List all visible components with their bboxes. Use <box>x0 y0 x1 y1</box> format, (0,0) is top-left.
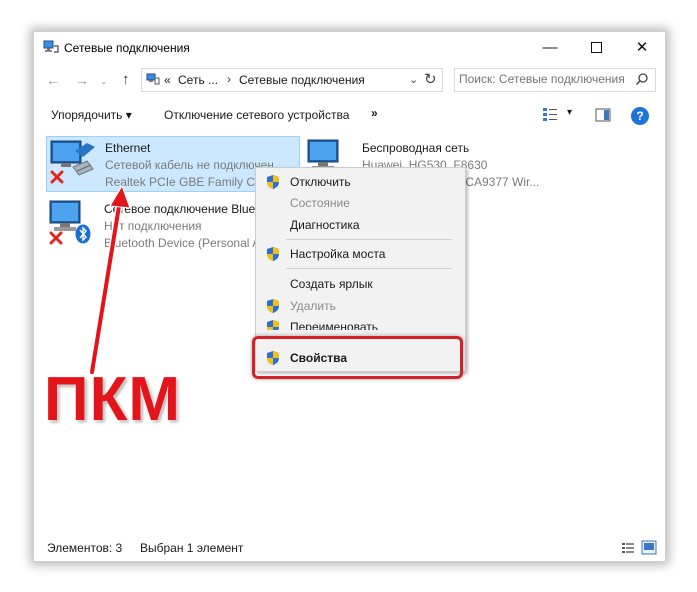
menu-separator <box>286 268 452 269</box>
details-view-icon[interactable] <box>621 541 635 555</box>
menu-item-label: Переименовать <box>290 320 378 330</box>
refresh-button[interactable]: ↻ <box>424 70 440 88</box>
breadcrumb-network-connections[interactable]: Сетевые подключения <box>239 73 365 87</box>
window-title: Сетевые подключения <box>64 41 190 55</box>
breadcrumb-network[interactable]: Сеть ... <box>178 73 218 87</box>
rmb-annotation-label: ПКМ <box>44 365 182 434</box>
help-button[interactable]: ? <box>631 107 649 125</box>
close-icon: ✕ <box>635 39 649 56</box>
selection-count: Выбран 1 элемент <box>140 541 244 555</box>
title-bar: Сетевые подключения — ✕ <box>34 32 665 62</box>
address-dropdown-button[interactable]: ⌄ <box>409 73 418 86</box>
view-options-dropdown[interactable]: ▾ <box>567 107 572 118</box>
navigation-bar: ← → ⌄ ↑ « Сеть ... › Сетевые подключения… <box>34 65 665 95</box>
uac-shield-icon <box>267 320 279 330</box>
minimize-button[interactable]: — <box>527 32 573 62</box>
menu-item-label: Диагностика <box>290 218 360 232</box>
connection-device: QCA9377 Wir... <box>456 175 540 189</box>
connection-name: Ethernet <box>105 141 151 155</box>
menu-separator <box>286 239 452 240</box>
menu-item-bridge[interactable]: Настройка моста <box>256 243 465 265</box>
large-icons-view-icon[interactable] <box>641 540 657 555</box>
uac-shield-icon <box>267 175 279 189</box>
more-commands-button[interactable]: » <box>371 106 378 120</box>
breadcrumb-separator[interactable]: › <box>227 72 231 86</box>
preview-pane-icon[interactable] <box>595 108 611 122</box>
command-bar: Упорядочить ▾ Отключение сетевого устрой… <box>34 99 665 131</box>
recent-locations-button[interactable]: ⌄ <box>100 76 108 87</box>
search-icon <box>635 73 648 86</box>
breadcrumb-overflow[interactable]: « <box>164 73 171 87</box>
maximize-button[interactable] <box>573 32 619 62</box>
organize-button[interactable]: Упорядочить ▾ <box>51 108 132 122</box>
item-count: Элементов: 3 <box>47 541 123 555</box>
menu-item-create-shortcut[interactable]: Создать ярлык <box>256 273 465 295</box>
uac-shield-icon <box>267 299 279 313</box>
disconnected-x-icon <box>49 231 63 245</box>
network-folder-icon <box>146 73 160 85</box>
up-button[interactable]: ↑ <box>122 71 130 88</box>
connection-status: Сетевой кабель не подключен <box>105 158 274 172</box>
change-view-icon[interactable] <box>542 106 558 122</box>
network-connections-icon <box>43 40 59 53</box>
menu-item-label: Удалить <box>290 299 336 313</box>
menu-item-label: Создать ярлык <box>290 277 373 291</box>
maximize-icon <box>590 41 602 53</box>
minimize-icon: — <box>542 38 558 56</box>
menu-item-status[interactable]: Состояние <box>256 192 465 214</box>
menu-item-label: Отключить <box>290 175 351 189</box>
menu-item-diagnostics[interactable]: Диагностика <box>256 214 465 236</box>
help-icon: ? <box>636 109 644 123</box>
disconnected-x-icon <box>50 170 64 184</box>
menu-item-delete[interactable]: Удалить <box>256 295 465 317</box>
close-button[interactable]: ✕ <box>619 32 665 62</box>
connection-name: Беспроводная сеть <box>362 141 470 155</box>
back-button[interactable]: ← <box>46 72 60 88</box>
connection-status: Нет подключения <box>104 219 202 233</box>
properties-highlight-frame <box>252 336 463 379</box>
menu-item-disable[interactable]: Отключить <box>256 171 465 193</box>
uac-shield-icon <box>267 247 279 261</box>
disable-device-button[interactable]: Отключение сетевого устройства <box>164 108 349 122</box>
status-bar: Элементов: 3 Выбран 1 элемент <box>34 537 665 559</box>
address-bar[interactable]: « Сеть ... › Сетевые подключения ⌄ <box>141 68 443 92</box>
menu-item-label: Состояние <box>290 196 350 210</box>
menu-item-label: Настройка моста <box>290 247 386 261</box>
forward-button[interactable]: → <box>75 72 89 88</box>
bluetooth-icon <box>75 224 91 244</box>
menu-item-rename[interactable]: Переименовать <box>256 316 465 330</box>
search-input[interactable] <box>459 71 629 87</box>
search-box[interactable] <box>454 68 656 92</box>
